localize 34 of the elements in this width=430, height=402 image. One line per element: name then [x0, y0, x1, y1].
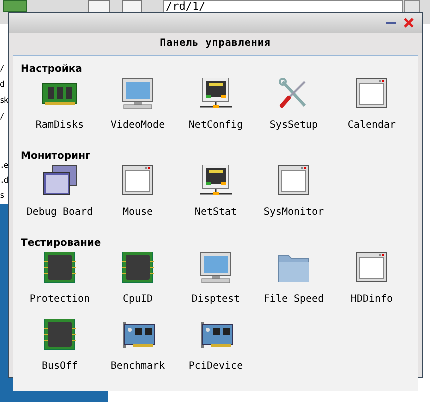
app-launcher[interactable]: SysMonitor	[255, 165, 333, 221]
file-name-text: /	[0, 64, 4, 74]
app-launcher[interactable]: NetStat	[177, 165, 255, 221]
app-launcher[interactable]: BusOff	[21, 319, 99, 375]
app-launcher[interactable]: Debug Board	[21, 165, 99, 221]
section-title: Настройка	[21, 63, 84, 76]
app-launcher[interactable]: SysSetup	[255, 78, 333, 134]
network-port-icon	[197, 78, 235, 110]
app-launcher[interactable]: Protection	[21, 252, 99, 308]
app-launcher[interactable]: Mouse	[99, 165, 177, 221]
network-port-icon	[197, 165, 235, 197]
file-name-text: d	[0, 80, 4, 90]
close-icon[interactable]	[404, 18, 414, 28]
app-launcher[interactable]: Disptest	[177, 252, 255, 308]
app-launcher[interactable]: Calendar	[333, 78, 411, 134]
app-launcher[interactable]: File Speed	[255, 252, 333, 308]
section-title: Тестирование	[21, 237, 102, 250]
file-name-text: /	[0, 112, 4, 122]
app-launcher[interactable]: HDDinfo	[333, 252, 411, 308]
file-name-text: sk	[0, 96, 8, 106]
app-launcher[interactable]: PciDevice	[177, 319, 255, 375]
app-launcher[interactable]: NetConfig	[177, 78, 255, 134]
chip-icon	[41, 319, 79, 351]
chip-icon	[119, 252, 157, 284]
file-name-text: s	[0, 191, 4, 201]
chip-icon	[41, 252, 79, 284]
section-title: Мониторинг	[21, 150, 92, 163]
app-launcher[interactable]: Benchmark	[99, 319, 177, 375]
app-launcher[interactable]: RamDisks	[21, 78, 99, 134]
app-launcher[interactable]: VideoMode	[99, 78, 177, 134]
windows-stack-icon	[41, 165, 79, 197]
app-launcher[interactable]: CpuID	[99, 252, 177, 308]
file-name-text: .d	[0, 176, 8, 186]
file-name-text: .e	[0, 161, 8, 171]
